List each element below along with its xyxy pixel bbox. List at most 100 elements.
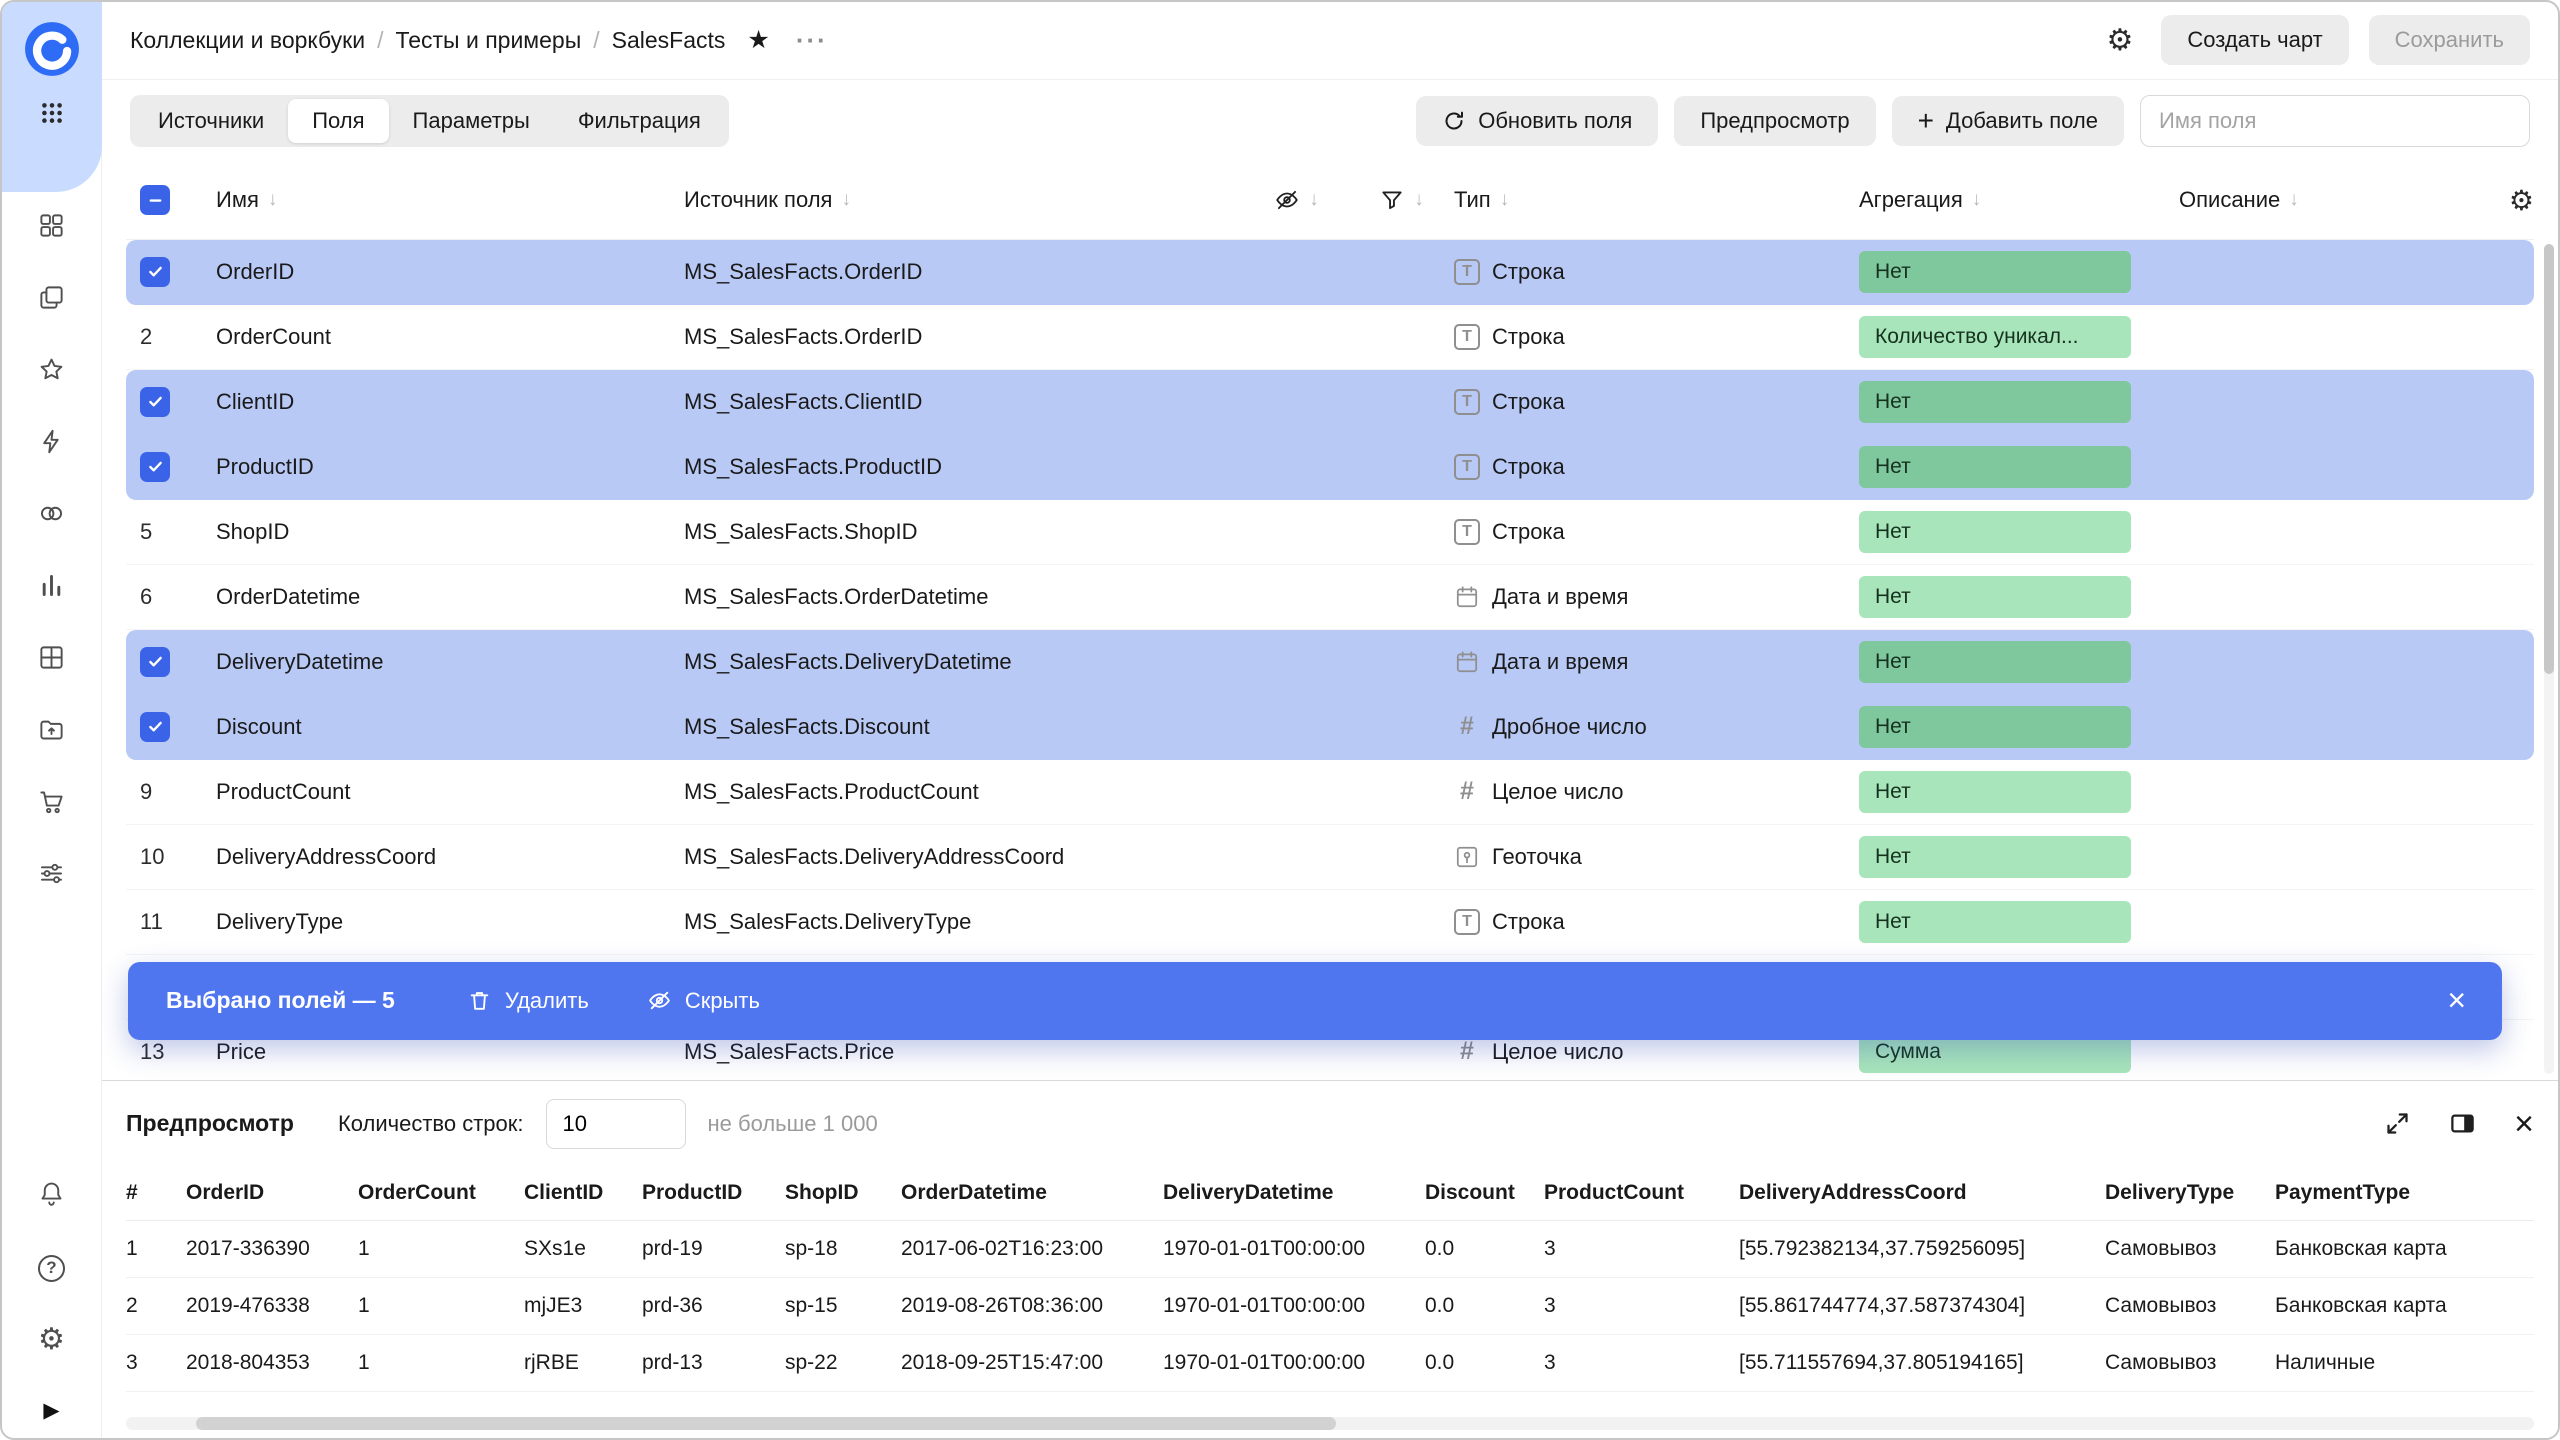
field-row-orderdatetime[interactable]: 6OrderDatetimeMS_SalesFacts.OrderDatetim…: [126, 565, 2534, 630]
field-type[interactable]: #Целое число: [1454, 760, 1859, 824]
preview-column-header[interactable]: ShopID: [785, 1181, 901, 1205]
refresh-fields-button[interactable]: Обновить поля: [1416, 96, 1658, 146]
row-checkbox[interactable]: [140, 712, 170, 742]
datalens-logo-icon[interactable]: [23, 20, 81, 78]
header-source[interactable]: Источник поля↓: [684, 162, 1244, 239]
sidebar-item-notifications[interactable]: [2, 1160, 101, 1232]
field-description[interactable]: [2179, 305, 2464, 369]
field-type[interactable]: TСтрока: [1454, 240, 1859, 304]
field-hidden-cell[interactable]: [1244, 825, 1349, 889]
field-row-discount[interactable]: DiscountMS_SalesFacts.Discount#Дробное ч…: [126, 695, 2534, 760]
preview-column-header[interactable]: OrderDatetime: [901, 1181, 1163, 1205]
close-selection-bar-icon[interactable]: ×: [2447, 982, 2502, 1019]
aggregation-select[interactable]: Нет: [1859, 771, 2131, 813]
field-type[interactable]: TСтрока: [1454, 890, 1859, 954]
close-preview-icon[interactable]: ×: [2514, 1107, 2534, 1141]
aggregation-select[interactable]: Количество уникал...: [1859, 316, 2131, 358]
tab-fields[interactable]: Поля: [288, 99, 388, 143]
field-type[interactable]: TСтрока: [1454, 370, 1859, 434]
aggregation-select[interactable]: Нет: [1859, 381, 2131, 423]
tab-filtering[interactable]: Фильтрация: [554, 99, 725, 143]
header-filter[interactable]: ↓: [1349, 162, 1454, 239]
preview-column-header[interactable]: DeliveryAddressCoord: [1739, 1181, 2105, 1205]
preview-column-header[interactable]: DeliveryType: [2105, 1181, 2275, 1205]
field-filter-cell[interactable]: [1349, 435, 1454, 499]
header-hidden[interactable]: ↓: [1244, 162, 1349, 239]
aggregation-select[interactable]: Нет: [1859, 901, 2131, 943]
field-row-deliverydatetime[interactable]: DeliveryDatetimeMS_SalesFacts.DeliveryDa…: [126, 630, 2534, 695]
field-description[interactable]: [2179, 760, 2464, 824]
aggregation-select[interactable]: Нет: [1859, 446, 2131, 488]
field-description[interactable]: [2179, 890, 2464, 954]
field-filter-cell[interactable]: [1349, 305, 1454, 369]
sidebar-item-flows[interactable]: [38, 840, 65, 912]
field-filter-cell[interactable]: [1349, 500, 1454, 564]
field-hidden-cell[interactable]: [1244, 305, 1349, 369]
field-type[interactable]: Геоточка: [1454, 825, 1859, 889]
field-hidden-cell[interactable]: [1244, 630, 1349, 694]
field-row-deliveryaddresscoord[interactable]: 10DeliveryAddressCoordMS_SalesFacts.Deli…: [126, 825, 2534, 890]
field-description[interactable]: [2179, 240, 2464, 304]
create-chart-button[interactable]: Создать чарт: [2161, 15, 2348, 65]
header-name[interactable]: Имя↓: [204, 162, 684, 239]
preview-column-header[interactable]: ClientID: [524, 1181, 642, 1205]
sidebar-item-datasets[interactable]: [38, 624, 65, 696]
preview-column-header[interactable]: OrderCount: [358, 1181, 524, 1205]
sidebar-item-settings[interactable]: ⚙: [2, 1304, 101, 1376]
field-type[interactable]: TСтрока: [1454, 500, 1859, 564]
field-row-productcount[interactable]: 9ProductCountMS_SalesFacts.ProductCount#…: [126, 760, 2534, 825]
field-hidden-cell[interactable]: [1244, 240, 1349, 304]
field-hidden-cell[interactable]: [1244, 435, 1349, 499]
sidebar-item-charts[interactable]: [38, 552, 65, 624]
aggregation-select[interactable]: Нет: [1859, 706, 2131, 748]
row-checkbox[interactable]: [140, 452, 170, 482]
select-all-checkbox[interactable]: [140, 185, 170, 215]
field-description[interactable]: [2179, 370, 2464, 434]
table-settings-gear-icon[interactable]: ⚙: [2464, 162, 2534, 239]
field-hidden-cell[interactable]: [1244, 695, 1349, 759]
field-filter-cell[interactable]: [1349, 825, 1454, 889]
field-type[interactable]: TСтрока: [1454, 435, 1859, 499]
field-description[interactable]: [2179, 500, 2464, 564]
field-filter-cell[interactable]: [1349, 240, 1454, 304]
field-filter-cell[interactable]: [1349, 370, 1454, 434]
preview-toggle-button[interactable]: Предпросмотр: [1674, 96, 1875, 146]
preview-column-header[interactable]: DeliveryDatetime: [1163, 1181, 1425, 1205]
field-filter-cell[interactable]: [1349, 630, 1454, 694]
scrollbar-thumb[interactable]: [2544, 244, 2554, 674]
aggregation-select[interactable]: Нет: [1859, 576, 2131, 618]
header-aggregation[interactable]: Агрегация↓: [1859, 162, 2179, 239]
aggregation-select[interactable]: Нет: [1859, 511, 2131, 553]
tab-sources[interactable]: Источники: [134, 99, 288, 143]
settings-gear-icon[interactable]: ⚙: [2107, 23, 2134, 58]
field-row-ordercount[interactable]: 2OrderCountMS_SalesFacts.OrderIDTСтрокаК…: [126, 305, 2534, 370]
save-button[interactable]: Сохранить: [2369, 15, 2530, 65]
field-filter-cell[interactable]: [1349, 890, 1454, 954]
field-description[interactable]: [2179, 435, 2464, 499]
field-hidden-cell[interactable]: [1244, 500, 1349, 564]
field-type[interactable]: Дата и время: [1454, 630, 1859, 694]
preview-column-header[interactable]: Discount: [1425, 1181, 1544, 1205]
sidebar-item-connections[interactable]: [38, 480, 65, 552]
preview-column-header[interactable]: ProductID: [642, 1181, 785, 1205]
sidebar-item-workbooks[interactable]: [38, 264, 65, 336]
delete-selected-button[interactable]: Удалить: [467, 988, 589, 1014]
row-count-input[interactable]: [546, 1099, 686, 1149]
preview-column-header[interactable]: ProductCount: [1544, 1181, 1739, 1205]
apps-grid-icon[interactable]: [39, 100, 65, 131]
fullscreen-icon[interactable]: [2384, 1110, 2411, 1137]
field-row-shopid[interactable]: 5ShopIDMS_SalesFacts.ShopIDTСтрокаНет: [126, 500, 2534, 565]
favorite-star-icon[interactable]: ★: [747, 25, 769, 55]
field-filter-cell[interactable]: [1349, 565, 1454, 629]
preview-column-header[interactable]: OrderID: [186, 1181, 358, 1205]
field-hidden-cell[interactable]: [1244, 760, 1349, 824]
row-checkbox[interactable]: [140, 647, 170, 677]
breadcrumb-collections[interactable]: Коллекции и воркбуки: [130, 27, 365, 54]
more-actions-icon[interactable]: ···: [796, 25, 828, 56]
field-row-orderid[interactable]: OrderIDMS_SalesFacts.OrderIDTСтрокаНет: [126, 240, 2534, 305]
preview-column-header[interactable]: PaymentType: [2275, 1181, 2515, 1205]
expand-sidebar-icon[interactable]: ▶: [2, 1382, 101, 1438]
row-checkbox[interactable]: [140, 387, 170, 417]
field-row-clientid[interactable]: ClientIDMS_SalesFacts.ClientIDTСтрокаНет: [126, 370, 2534, 435]
aggregation-select[interactable]: Нет: [1859, 641, 2131, 683]
